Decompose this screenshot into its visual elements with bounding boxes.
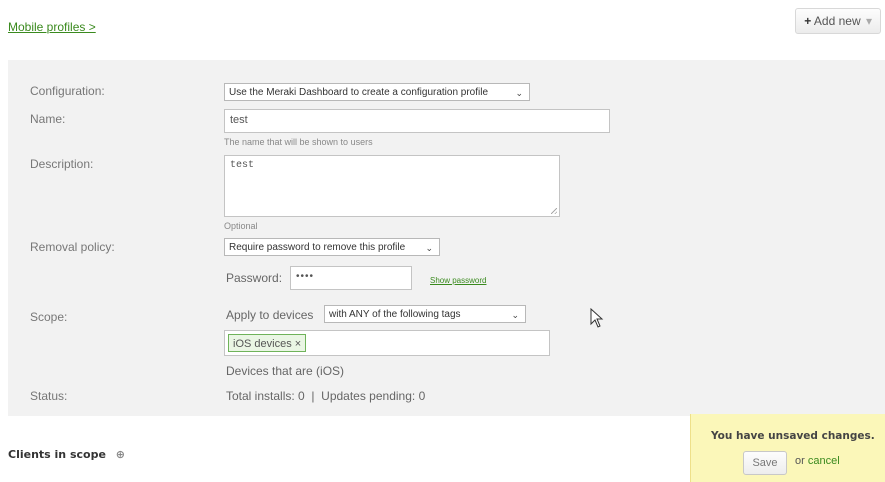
chevron-down-icon: ▾ [865, 14, 872, 28]
breadcrumb-mobile-profiles[interactable]: Mobile profiles > [8, 20, 96, 34]
tags-input[interactable]: iOS devices × [224, 330, 550, 356]
unsaved-changes-bar: You have unsaved changes. Save or cancel [690, 414, 885, 482]
mouse-pointer-icon [590, 308, 604, 328]
removal-policy-label: Removal policy: [30, 240, 115, 254]
description-label: Description: [30, 157, 94, 171]
name-hint: The name that will be shown to users [224, 137, 373, 147]
scope-select[interactable]: with ANY of the following tags ⌄ [324, 305, 526, 323]
chevron-down-icon: ⌄ [511, 310, 519, 320]
info-icon[interactable]: ⊕ [116, 448, 125, 461]
apply-to-devices-label: Apply to devices [226, 308, 314, 322]
tag-label: iOS devices [233, 338, 292, 350]
cancel-link[interactable]: cancel [808, 455, 840, 467]
scope-label: Scope: [30, 310, 68, 324]
description-hint: Optional [224, 221, 258, 231]
removal-policy-select[interactable]: Require password to remove this profile … [224, 238, 440, 256]
add-new-label: Add new [813, 14, 861, 28]
tag-ios-devices: iOS devices × [228, 334, 307, 352]
status-label: Status: [30, 389, 68, 403]
clients-in-scope-heading: Clients in scope ⊕ [8, 448, 125, 461]
description-value: test [230, 160, 255, 171]
status-value: Total installs: 0 | Updates pending: 0 [226, 389, 426, 403]
name-input[interactable]: test [224, 109, 610, 133]
or-text: or [795, 455, 805, 467]
removal-policy-selected-value: Require password to remove this profile [229, 242, 406, 253]
devices-note: Devices that are (iOS) [226, 364, 345, 378]
configuration-selected-value: Use the Meraki Dashboard to create a con… [229, 87, 489, 98]
add-new-button[interactable]: + Add new ▾ [795, 8, 881, 34]
plus-icon: + [804, 14, 812, 28]
save-button[interactable]: Save [743, 451, 787, 475]
clients-in-scope-title: Clients in scope [8, 448, 106, 461]
description-textarea[interactable]: test [224, 155, 560, 217]
unsaved-actions: or cancel [795, 455, 840, 467]
unsaved-message: You have unsaved changes. [711, 430, 875, 442]
remove-tag-icon[interactable]: × [295, 338, 301, 350]
resize-grip-icon[interactable] [551, 208, 557, 214]
configuration-select[interactable]: Use the Meraki Dashboard to create a con… [224, 83, 530, 101]
chevron-down-icon: ⌄ [425, 243, 433, 253]
configuration-label: Configuration: [30, 84, 105, 98]
chevron-down-icon: ⌄ [515, 88, 523, 98]
scope-selected-value: with ANY of the following tags [329, 309, 461, 320]
password-label: Password: [226, 271, 283, 285]
password-input[interactable]: •••• [290, 266, 412, 290]
show-password-link[interactable]: Show password [430, 276, 486, 285]
name-label: Name: [30, 112, 66, 126]
